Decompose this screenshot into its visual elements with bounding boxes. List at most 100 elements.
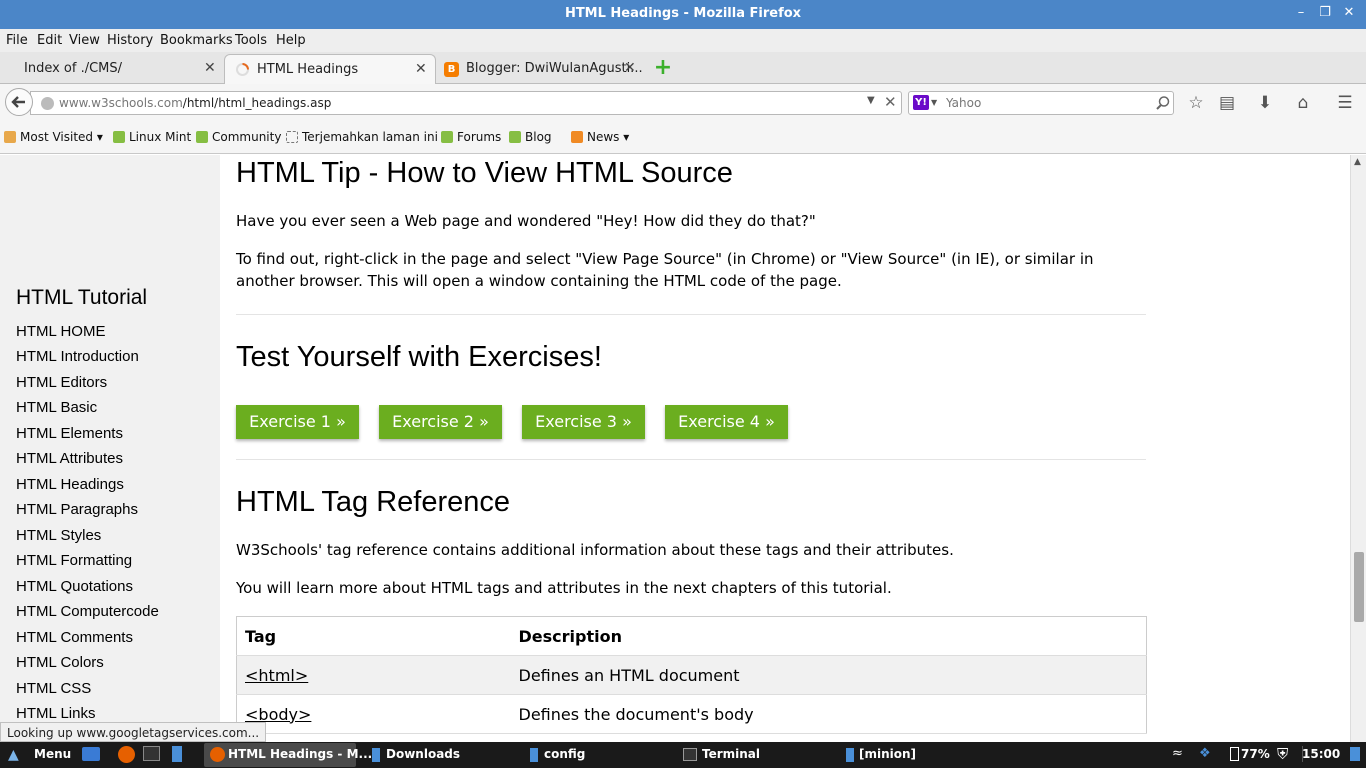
bookmark-linux-mint[interactable]: Linux Mint <box>113 130 191 144</box>
tab-label: HTML Headings <box>257 62 359 77</box>
url-bar[interactable]: www.w3schools.com/html/html_headings.asp… <box>30 91 902 115</box>
menu-bookmarks[interactable]: Bookmarks <box>160 33 233 48</box>
sidebar-item-html-styles[interactable]: HTML Styles <box>16 527 101 544</box>
maximize-icon[interactable]: ❐ <box>1314 3 1336 23</box>
table-header-tag: Tag <box>236 616 511 656</box>
firefox-icon <box>210 747 225 762</box>
sidebar-item-html-computercode[interactable]: HTML Computercode <box>16 603 159 620</box>
exercise-3-button[interactable]: Exercise 3 » <box>522 405 645 439</box>
scrollbar-thumb[interactable] <box>1354 552 1364 622</box>
bookmark-linux-mint-label: Linux Mint <box>129 130 192 144</box>
clock[interactable]: 15:00 <box>1302 747 1340 761</box>
divider <box>236 314 1146 315</box>
tab-blogger[interactable]: B Blogger: DwiWulanAgusti... ✕ <box>438 54 644 84</box>
exercise-4-button[interactable]: Exercise 4 » <box>665 405 788 439</box>
desktop-corner-icon[interactable] <box>1350 747 1360 761</box>
menu-tools[interactable]: Tools <box>235 33 267 48</box>
bookmark-news[interactable]: News ▾ <box>571 130 629 144</box>
menu-file[interactable]: File <box>6 33 28 48</box>
page-scrollbar[interactable]: ▲ <box>1350 155 1366 742</box>
folder-icon <box>4 131 16 143</box>
sidebar-item-html-basic[interactable]: HTML Basic <box>16 399 97 416</box>
exercise-2-button[interactable]: Exercise 2 » <box>379 405 502 439</box>
taskbar-window-downloads[interactable]: Downloads <box>364 743 514 767</box>
navigation-bar: www.w3schools.com/html/html_headings.asp… <box>0 84 1366 121</box>
sidebar-item-html-home[interactable]: HTML HOME <box>16 323 105 340</box>
mint-icon <box>196 131 208 143</box>
scroll-up-icon[interactable]: ▲ <box>1354 157 1361 167</box>
show-desktop-icon[interactable] <box>82 747 100 761</box>
menu-hamburger-icon[interactable]: ☰ <box>1334 92 1356 114</box>
downloads-icon[interactable]: ⬇ <box>1254 92 1276 114</box>
tip-paragraph-1: Have you ever seen a Web page and wonder… <box>236 212 816 230</box>
firefox-launcher-icon[interactable] <box>118 746 135 763</box>
tab-close-icon[interactable]: ✕ <box>624 60 636 76</box>
window-titlebar: HTML Headings - Mozilla Firefox – ❐ ✕ <box>0 0 1366 29</box>
sidebar-item-html-paragraphs[interactable]: HTML Paragraphs <box>16 501 138 518</box>
menu-history[interactable]: History <box>107 33 153 48</box>
menu-help[interactable]: Help <box>276 33 306 48</box>
battery-icon[interactable] <box>1230 747 1239 761</box>
menu-edit[interactable]: Edit <box>37 33 62 48</box>
sidebar-item-html-css[interactable]: HTML CSS <box>16 680 91 697</box>
tab-close-icon[interactable]: ✕ <box>204 60 216 76</box>
sidebar-item-html-quotations[interactable]: HTML Quotations <box>16 578 133 595</box>
sidebar-item-html-attributes[interactable]: HTML Attributes <box>16 450 123 467</box>
minimize-icon[interactable]: – <box>1290 3 1312 23</box>
close-icon[interactable]: ✕ <box>1338 3 1360 23</box>
bookmark-forums-label: Forums <box>457 130 502 144</box>
search-icon[interactable] <box>1155 95 1171 111</box>
table-cell-description: Defines an HTML document <box>510 655 1147 695</box>
table-header-row: Tag Description <box>236 616 1147 656</box>
sidebar-item-html-elements[interactable]: HTML Elements <box>16 425 123 442</box>
bookmark-news-label: News <box>587 130 620 144</box>
bookmark-blog[interactable]: Blog <box>509 130 552 144</box>
sidebar-item-html-formatting[interactable]: HTML Formatting <box>16 552 132 569</box>
sidebar-item-html-links[interactable]: HTML Links <box>16 705 95 722</box>
dropdown-icon[interactable]: ▼ <box>867 95 875 106</box>
stop-icon[interactable]: ✕ <box>884 93 897 111</box>
tag-link-html[interactable]: <html> <box>236 655 511 695</box>
taskbar-menu-button[interactable]: Menu <box>34 747 71 761</box>
new-tab-icon[interactable]: + <box>653 57 673 79</box>
menu-view[interactable]: View <box>69 33 100 48</box>
terminal-launcher-icon[interactable] <box>143 746 160 761</box>
tab-html-headings[interactable]: HTML Headings ✕ <box>224 54 436 84</box>
reading-list-icon[interactable]: ▤ <box>1216 92 1238 114</box>
bookmark-community[interactable]: Community <box>196 130 281 144</box>
reference-paragraph-1: W3Schools' tag reference contains additi… <box>236 541 954 559</box>
shield-icon[interactable]: ⛨ <box>1277 745 1288 763</box>
bookmark-most-visited[interactable]: Most Visited ▾ <box>4 130 103 144</box>
taskbar-window-firefox[interactable]: HTML Headings - M... <box>204 743 372 767</box>
tab-close-icon[interactable]: ✕ <box>415 61 427 77</box>
sidebar-item-html-colors[interactable]: HTML Colors <box>16 654 104 671</box>
taskbar-window-label: [minion] <box>859 747 917 761</box>
bookmark-star-icon[interactable]: ☆ <box>1185 92 1207 114</box>
tag-link-body[interactable]: <body> <box>236 694 511 734</box>
exercise-1-button[interactable]: Exercise 1 » <box>236 405 359 439</box>
files-launcher-icon[interactable] <box>172 746 182 762</box>
sidebar-item-html-introduction[interactable]: HTML Introduction <box>16 348 139 365</box>
bluetooth-icon[interactable]: ❖ <box>1199 746 1211 761</box>
wifi-icon[interactable]: ≈ <box>1172 746 1183 761</box>
taskbar-window-label: Downloads <box>386 747 461 761</box>
page-content: HTML Tutorial HTML HOME HTML Introductio… <box>0 155 1350 742</box>
yahoo-icon[interactable]: Y! <box>913 95 929 110</box>
search-bar[interactable]: Y! ▼ Yahoo <box>908 91 1174 115</box>
sidebar-item-html-comments[interactable]: HTML Comments <box>16 629 133 646</box>
bookmark-forums[interactable]: Forums <box>441 130 501 144</box>
status-bar: Looking up www.googletagservices.com... <box>0 722 267 742</box>
taskbar-window-minion[interactable]: [minion] <box>842 743 992 767</box>
taskbar-window-config[interactable]: config <box>522 743 672 767</box>
sidebar-item-html-editors[interactable]: HTML Editors <box>16 374 107 391</box>
tab-index-cms[interactable]: Index of ./CMS/ ✕ <box>8 54 224 84</box>
sidebar-item-html-headings[interactable]: HTML Headings <box>16 476 124 493</box>
home-icon[interactable]: ⌂ <box>1292 92 1314 114</box>
mint-menu-icon[interactable]: ▲ <box>8 747 19 763</box>
bookmark-translate[interactable]: Terjemahkan laman ini <box>286 130 438 144</box>
taskbar-window-terminal[interactable]: Terminal <box>680 743 835 767</box>
engine-dropdown-icon[interactable]: ▼ <box>931 98 937 107</box>
tab-label: Index of ./CMS/ <box>24 61 123 76</box>
terminal-icon <box>683 748 697 761</box>
back-button[interactable] <box>5 88 33 116</box>
